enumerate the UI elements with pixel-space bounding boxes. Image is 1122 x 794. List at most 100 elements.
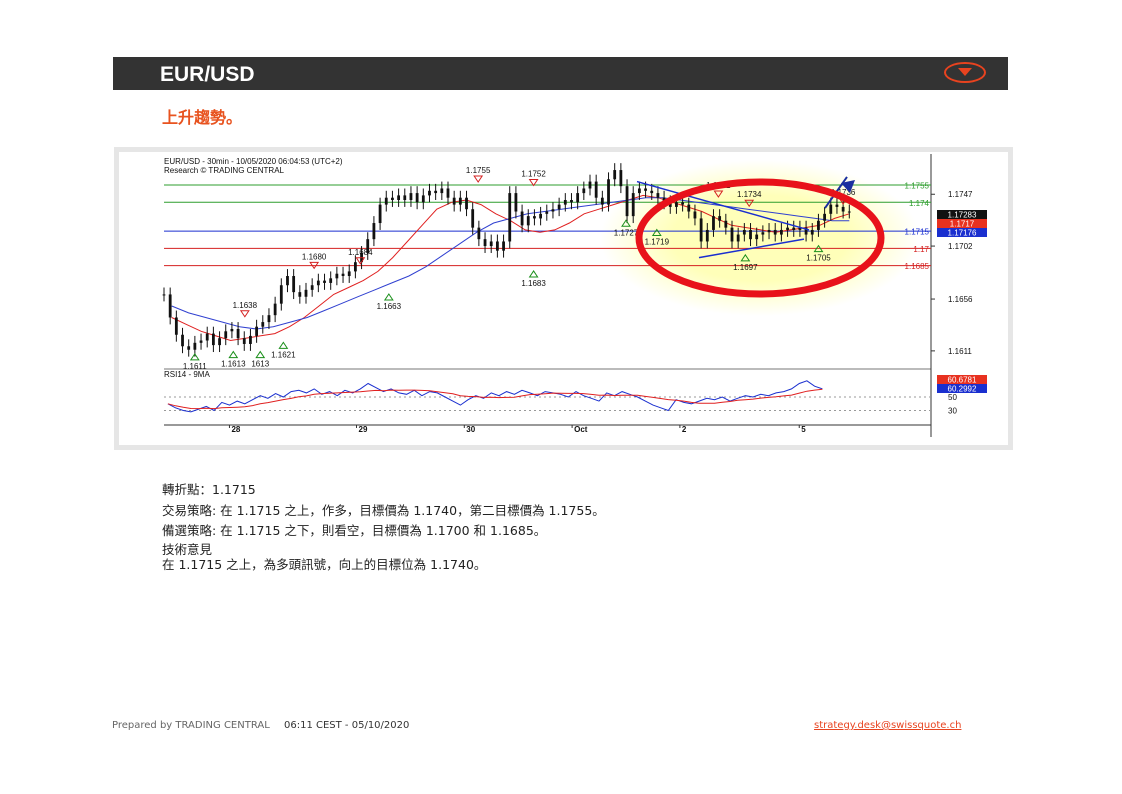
price-bar [829,204,833,214]
price-bar [187,346,191,350]
rsi-tag-label: 60.2992 [948,385,977,394]
price-bar [391,197,394,201]
price-bar [458,197,462,205]
x-tick-label: 29 [359,425,368,434]
price-bar [656,193,660,198]
price-bar [631,193,635,217]
price-bar [421,195,425,203]
pivot-low-label: 1.1705 [806,254,831,263]
price-bar [644,188,647,191]
price-bar [267,315,271,323]
pivot-high-label: 1.1734 [737,190,762,199]
price-chart: EUR/USD - 30min - 10/05/2020 06:04:53 (U… [162,154,987,437]
pivot-high-marker [473,175,484,183]
x-tick-label: 28 [231,425,240,434]
price-bar [304,289,308,297]
price-bar [600,197,604,205]
price-bar [279,285,283,304]
price-bar [681,202,685,205]
price-bar [310,285,314,290]
level-label: 1.1685 [905,262,930,271]
price-bar [181,334,184,347]
price-bar [773,229,777,235]
level-label: 1.174 [909,199,930,208]
price-bar [335,273,339,279]
price-bar [675,202,678,207]
price-bar [687,204,691,212]
y-tick-label: 1.1611 [948,347,972,356]
price-bar [755,234,759,240]
contact-email-link[interactable]: strategy.desk@swissquote.ch [814,720,961,731]
price-bar [378,204,382,224]
x-tick-label: 5 [801,425,806,434]
price-bar [409,193,413,201]
pivot-high-marker [239,310,250,318]
price-bar [397,195,401,201]
page-title: EUR/USD [160,63,255,86]
price-bar [502,241,505,251]
price-bar [650,190,654,194]
price-bar [786,227,789,230]
price-bar [514,193,518,212]
price-bar [174,317,178,335]
price-bar [415,193,419,203]
level-label: 1.1715 [905,228,930,237]
price-bar [298,292,302,297]
prepared-by: Prepared by TRADING CENTRAL [112,720,270,731]
price-bar [323,280,326,283]
y-tick-label: 1.1702 [948,242,973,251]
price-bar [249,335,252,344]
price-bar [712,216,715,230]
price-bar [477,227,481,240]
pivot-low-label: 1613 [251,360,269,369]
price-bar [588,181,592,189]
chart-panel: EUR/USD - 30min - 10/05/2020 06:04:53 (U… [119,152,1008,445]
rsi-title: RSI14 - 9MA [164,370,210,379]
price-bar [508,193,512,242]
price-bar [563,200,567,205]
pivot-high-label: 1.1755 [466,166,491,175]
pivot-low-label: 1.1697 [733,263,758,272]
price-bar [211,333,215,346]
comment-title: 技術意見 [162,541,213,557]
price-bar [372,223,376,240]
price-bar [440,188,444,194]
price-bar [841,206,845,212]
trend-subtitle: 上升趨勢。 [162,108,243,127]
pivot-high-label: 1.1680 [302,252,327,261]
rsi-tag-label: 60.6781 [948,376,977,385]
price-bar [236,328,240,339]
price-bar [446,188,450,198]
price-bar [428,190,431,196]
pivot-low-label: 1.1727 [614,228,639,237]
price-bar [792,227,796,230]
price-bar [767,229,771,233]
price-bar [533,216,536,219]
rsi-tick-label: 30 [948,407,957,416]
price-bar [452,197,456,205]
price-bar [551,209,555,212]
price-bar [292,276,296,293]
pivot-low-label: 1.1719 [645,237,670,246]
header-menu-button[interactable] [944,62,986,83]
y-tick-label: 1.1656 [948,295,973,304]
price-bar [847,211,851,213]
pivot-low-marker [189,352,200,361]
price-bar [810,229,814,235]
y-tick-label: 1.1747 [948,190,973,199]
price-bar [224,331,228,339]
pivot-low-label: 1.1683 [521,279,546,288]
header-bar: EUR/USD [113,57,1008,90]
price-tag-label: 1.1717 [950,220,975,229]
x-tick-label: 2 [682,425,687,434]
price-bar [495,241,499,251]
price-bar [230,328,234,332]
price-bar [162,294,166,296]
price-bar [718,216,722,221]
analysis-section: 轉折點：1.1715 交易策略: 在 1.1715 之上，作多，目標價為 1.1… [162,480,605,572]
pivot-high-label: 1.1752 [521,169,546,178]
price-bar [693,211,697,219]
price-bar [384,197,388,205]
chart-title: EUR/USD - 30min - 10/05/2020 06:04:53 (U… [164,157,343,166]
price-bar [353,262,357,272]
